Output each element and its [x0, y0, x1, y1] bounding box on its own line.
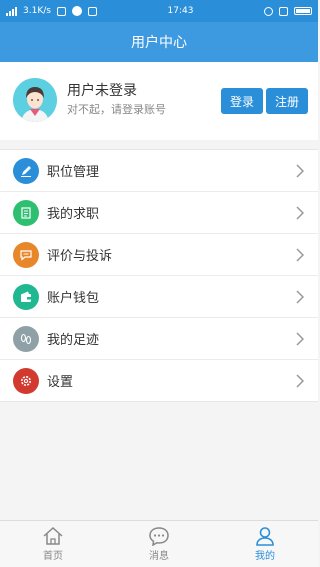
chevron-right-icon	[296, 289, 304, 304]
menu-item-label: 设置	[47, 375, 74, 390]
login-button[interactable]: 登录	[221, 88, 263, 114]
tab-messages[interactable]: 消息	[106, 521, 212, 567]
register-button[interactable]: 注册	[266, 88, 308, 114]
battery-icon	[294, 7, 312, 15]
bottom-tab-bar: 首页 消息 我的	[0, 520, 318, 567]
profile-name: 用户未登录	[67, 83, 137, 99]
user-avatar-icon	[13, 78, 57, 122]
menu-item-label: 账户钱包	[47, 291, 100, 306]
clipboard-icon	[13, 199, 39, 226]
profile-card: 用户未登录 对不起，请登录账号 登录 注册	[0, 62, 318, 140]
menu-item-wallet[interactable]: 账户钱包	[0, 276, 318, 318]
tab-label: 消息	[149, 551, 169, 562]
app-icon	[71, 6, 82, 16]
wallet-icon	[13, 283, 39, 310]
chat-icon	[13, 241, 39, 268]
network-speed: 3.1K/s	[23, 6, 51, 16]
page-title: 用户中心	[131, 35, 187, 51]
chevron-right-icon	[296, 331, 304, 346]
gear-icon	[13, 367, 39, 394]
chevron-right-icon	[296, 163, 304, 178]
status-bar: 3.1K/s 17:43	[0, 0, 318, 22]
clock: 17:43	[167, 6, 194, 16]
tab-mine[interactable]: 我的	[212, 521, 318, 567]
menu-item-reviews-complaints[interactable]: 评价与投诉	[0, 234, 318, 276]
message-icon	[149, 527, 169, 546]
home-icon	[43, 526, 63, 545]
vibrate-icon	[279, 6, 288, 16]
chevron-right-icon	[296, 373, 304, 388]
menu-item-label: 职位管理	[47, 165, 100, 180]
alarm-icon	[264, 6, 273, 16]
avatar[interactable]	[13, 78, 57, 122]
menu-item-label: 评价与投诉	[47, 249, 113, 264]
notification-icon	[87, 6, 97, 16]
menu-item-job-management[interactable]: 职位管理	[0, 150, 318, 192]
menu-list: 职位管理 我的求职 评价与投诉 账户钱包 我的足迹 设置	[0, 149, 318, 402]
chevron-right-icon	[296, 205, 304, 220]
footprint-icon	[13, 325, 39, 352]
user-icon	[256, 527, 274, 546]
profile-subtitle: 对不起，请登录账号	[67, 103, 166, 116]
menu-item-label: 我的足迹	[47, 333, 100, 348]
edit-icon	[13, 157, 39, 184]
chevron-right-icon	[296, 247, 304, 262]
signal-icon	[6, 6, 17, 16]
image-icon	[56, 6, 66, 16]
menu-item-my-applications[interactable]: 我的求职	[0, 192, 318, 234]
tab-home[interactable]: 首页	[0, 521, 106, 567]
menu-item-settings[interactable]: 设置	[0, 360, 318, 402]
menu-item-footprints[interactable]: 我的足迹	[0, 318, 318, 360]
menu-item-label: 我的求职	[47, 207, 100, 222]
page-header: 用户中心	[0, 22, 318, 62]
tab-label: 首页	[43, 551, 63, 562]
tab-label: 我的	[255, 551, 275, 562]
